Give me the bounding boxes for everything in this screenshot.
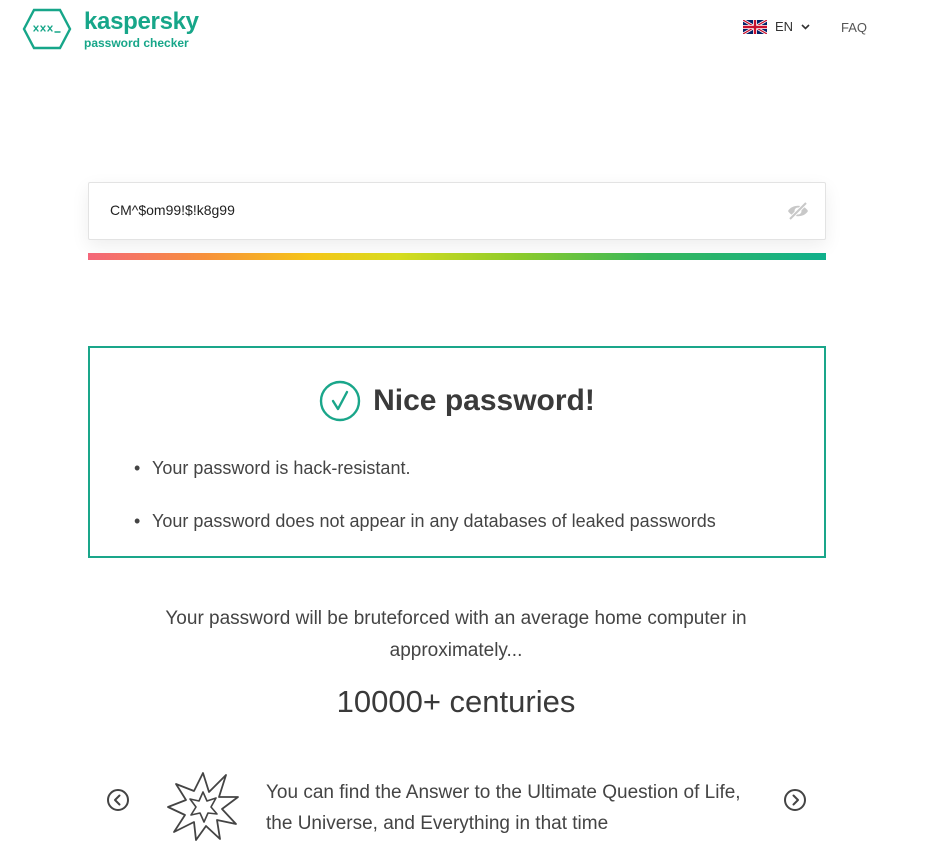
result-list: Your password is hack-resistant. Your pa…	[134, 458, 716, 532]
chevron-left-circle-icon[interactable]	[106, 788, 130, 812]
logo[interactable]: kaspersky password checker	[22, 8, 199, 50]
product-name: password checker	[84, 35, 189, 50]
bruteforce-text: Your password will be bruteforced with a…	[165, 608, 747, 661]
result-title: Nice password!	[373, 384, 595, 417]
check-circle-icon	[319, 380, 361, 422]
kaspersky-hexagon-logo-icon	[22, 8, 72, 50]
brand-name: kaspersky	[84, 7, 199, 35]
header: kaspersky password checker EN FAQ	[0, 0, 940, 70]
result-item: Your password is hack-resistant.	[134, 458, 716, 479]
password-strength-bar	[88, 253, 826, 260]
language-selector[interactable]: EN	[743, 19, 810, 34]
result-card: Nice password! Your password is hack-res…	[88, 346, 826, 558]
password-input[interactable]	[110, 202, 750, 218]
language-label: EN	[775, 19, 794, 34]
password-field-container	[88, 182, 826, 240]
bruteforce-time: 10000+ centuries	[336, 684, 576, 719]
faq-link[interactable]: FAQ	[841, 20, 867, 35]
fact-text: You can find the Answer to the Ultimate …	[266, 782, 741, 834]
eye-slash-icon[interactable]	[786, 201, 810, 221]
uk-flag-icon	[743, 19, 767, 34]
result-item: Your password does not appear in any dat…	[134, 511, 716, 532]
chevron-down-icon	[801, 23, 810, 30]
explosion-burst-icon	[167, 772, 239, 841]
chevron-right-circle-icon[interactable]	[783, 788, 807, 812]
